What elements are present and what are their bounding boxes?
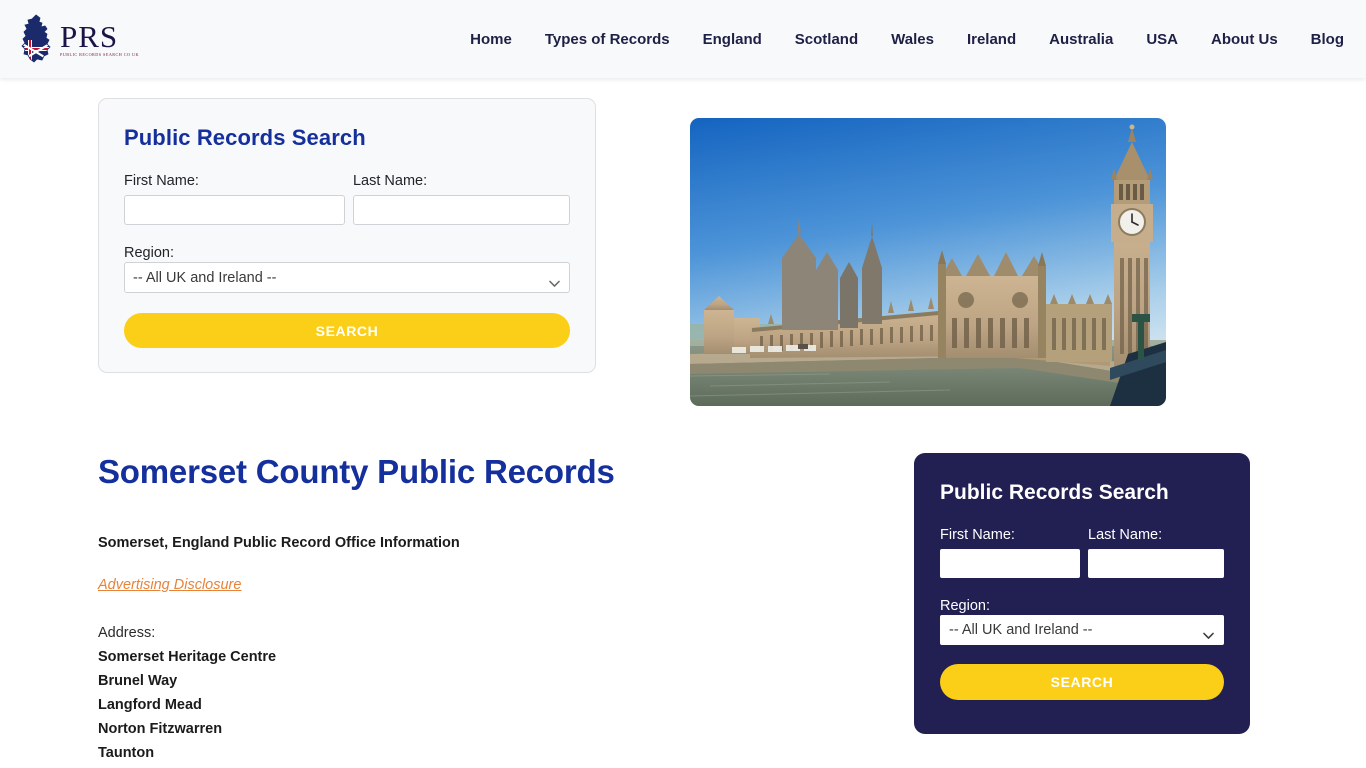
sidebar-last-name-label: Last Name:	[1088, 527, 1163, 543]
first-name-label: First Name:	[124, 173, 199, 189]
region-select[interactable]: -- All UK and Ireland --	[124, 262, 570, 293]
main-navigation: Home Types of Records England Scotland W…	[470, 31, 1344, 48]
name-fields-row: First Name: Last Name:	[124, 173, 570, 225]
sidebar-search-button[interactable]: SEARCH	[940, 664, 1224, 700]
page-title: Somerset County Public Records	[98, 453, 615, 490]
nav-item-about-us[interactable]: About Us	[1211, 31, 1278, 48]
last-name-input[interactable]	[352, 195, 570, 225]
nav-item-blog[interactable]: Blog	[1311, 31, 1344, 48]
sidebar-search-title: Public Records Search	[940, 481, 1169, 504]
article-subheading: Somerset, England Public Record Office I…	[98, 535, 460, 551]
sidebar-first-name-input[interactable]	[940, 549, 1080, 578]
last-name-label: Last Name:	[352, 173, 428, 189]
content-section: Somerset County Public Records Somerset,…	[0, 453, 1366, 768]
sidebar-name-fields-row: First Name: Last Name:	[940, 527, 1224, 578]
logo-subtitle: PUBLIC RECORDS SEARCH CO UK	[60, 51, 139, 57]
site-logo[interactable]: PRS PUBLIC RECORDS SEARCH CO UK	[16, 14, 139, 64]
parliament-hero-image	[690, 118, 1166, 406]
nav-item-england[interactable]: England	[703, 31, 762, 48]
nav-item-ireland[interactable]: Ireland	[967, 31, 1016, 48]
address-line: Norton Fitzwarren	[98, 721, 223, 737]
address-line: Langford Mead	[98, 697, 202, 713]
nav-item-wales[interactable]: Wales	[891, 31, 934, 48]
public-records-search-card: Public Records Search First Name: Last N…	[98, 98, 596, 373]
region-label: Region:	[124, 245, 174, 261]
region-field: Region: -- All UK and Ireland --	[124, 244, 570, 293]
nav-item-home[interactable]: Home	[470, 31, 512, 48]
top-section: Public Records Search First Name: Last N…	[0, 78, 1366, 406]
address-line: Somerset Heritage Centre	[98, 649, 277, 665]
address-line: Taunton	[98, 745, 155, 761]
parliament-illustration	[690, 118, 1166, 406]
page-body: Public Records Search First Name: Last N…	[0, 78, 1366, 768]
logo-title: PRS	[60, 18, 119, 54]
address-label: Address:	[98, 625, 156, 641]
site-header: PRS PUBLIC RECORDS SEARCH CO UK Home Typ…	[0, 0, 1366, 78]
uk-map-icon	[16, 14, 56, 64]
nav-item-australia[interactable]: Australia	[1049, 31, 1113, 48]
search-card-title: Public Records Search	[124, 125, 366, 150]
sidebar-public-records-search-card: Public Records Search First Name: Last N…	[914, 453, 1250, 734]
address-line: Brunel Way	[98, 673, 178, 689]
article-body: Somerset County Public Records Somerset,…	[98, 453, 858, 768]
address-block: Address: Somerset Heritage Centre Brunel…	[98, 621, 858, 768]
nav-item-types-of-records[interactable]: Types of Records	[545, 31, 670, 48]
nav-item-scotland[interactable]: Scotland	[795, 31, 858, 48]
sidebar-region-label: Region:	[940, 598, 990, 614]
sidebar-region-field: Region: -- All UK and Ireland --	[940, 597, 1224, 645]
advertising-disclosure-link[interactable]: Advertising Disclosure	[98, 577, 241, 593]
search-button[interactable]: SEARCH	[124, 313, 570, 348]
sidebar-first-name-label: First Name:	[940, 527, 1015, 543]
first-name-input[interactable]	[124, 195, 345, 225]
nav-item-usa[interactable]: USA	[1146, 31, 1178, 48]
sidebar-region-select[interactable]: -- All UK and Ireland --	[940, 615, 1224, 645]
sidebar-last-name-input[interactable]	[1088, 549, 1224, 578]
